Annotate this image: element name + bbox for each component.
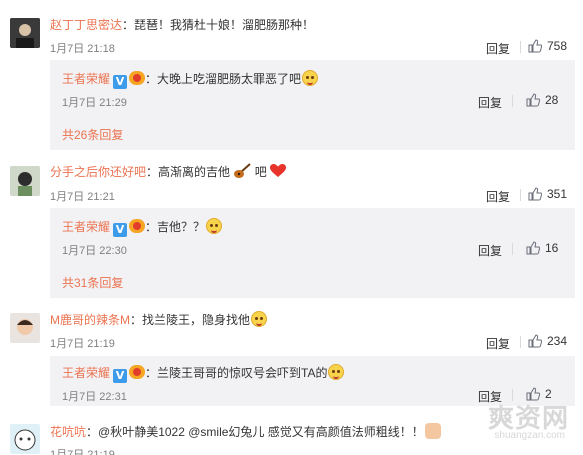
reply-button[interactable]: 回复 [486,40,510,57]
like-count: 16 [545,241,559,255]
avatar[interactable] [10,424,40,454]
thumbs-up-icon [528,334,542,348]
guitar-emoji-icon [234,163,252,178]
like-button[interactable]: 28 [526,93,558,107]
divider [512,95,513,107]
comment-username[interactable]: 分手之后你还好吧 [50,165,146,179]
reply-button[interactable]: 回复 [486,188,510,205]
shocked-emoji-icon [328,364,345,380]
verified-icon: V [113,369,128,383]
avatar[interactable] [10,313,40,343]
tongue-emoji-icon [251,311,268,327]
reply-username[interactable]: 王者荣耀 [62,366,110,380]
divider [512,243,513,255]
thumbs-up-icon [526,241,540,255]
member-badge-icon [129,365,146,379]
heart-emoji-icon [270,164,287,177]
reply-button[interactable]: 回复 [478,94,502,111]
watermark-url: shuangzan.com [494,430,565,441]
comment-username[interactable]: 花吭吭 [50,425,86,439]
comment-text: 赵丁丁思密达：琵琶！我猜杜十娘！溜肥肠那种！ [50,18,315,32]
thumbs-up-icon [528,39,542,53]
like-count: 28 [545,93,559,107]
reply-username[interactable]: 王者荣耀 [62,72,110,86]
reply-thread: 王者荣耀 V ：大晚上吃溜肥肠太罪恶了吧 1月7日 21:29 回复 28 共26条… [50,60,575,150]
divider [520,41,521,53]
reply-text: 王者荣耀 V ：兰陵王哥哥的惊叹号会吓到TA的 [62,364,345,383]
reply-button[interactable]: 回复 [478,242,502,259]
like-count: 234 [547,334,568,348]
thumbs-up-icon [528,187,542,201]
reply-thread: 王者荣耀 V ：吉他？？ 1月7日 22:30 回复 16 共31条回复 [50,208,575,298]
comment-body-suffix: 吧 [254,165,267,179]
member-badge-icon [129,219,146,233]
more-replies-link[interactable]: 共31条回复 [62,274,123,291]
reply-body: 吉他？？ [157,220,206,234]
like-button[interactable]: 758 [528,39,567,53]
comment-text: 花吭吭：@秋叶静美1022 @smile幻兔儿 感觉又有高颜值法师粗线！！ [50,423,441,440]
divider [520,336,521,348]
verified-icon: V [113,75,128,89]
like-count: 758 [547,39,568,53]
avatar[interactable] [10,166,40,196]
comment-text: 分手之后你还好吧：高渐离的吉他 吧 [50,163,287,180]
like-button[interactable]: 16 [526,241,558,255]
reply-button[interactable]: 回复 [486,335,510,352]
comment-time: 1月7日 21:19 [50,338,115,350]
like-button[interactable]: 351 [528,187,567,201]
avatar[interactable] [10,18,40,48]
clap-emoji-icon [424,423,441,439]
comment-body: 琵琶！我猜杜十娘！溜肥肠那种！ [134,18,315,32]
comment-time: 1月7日 21:18 [50,43,115,55]
thumbs-up-icon [526,93,540,107]
comment-body: 高渐离的吉他 [158,165,231,179]
like-button[interactable]: 234 [528,334,567,348]
divider [520,189,521,201]
comment-username[interactable]: M鹿哥的辣条M [50,313,130,327]
member-badge-icon [129,71,146,85]
comment-time: 1月7日 21:19 [50,449,115,455]
reply-text: 王者荣耀 V ：吉他？？ [62,218,223,237]
verified-icon: V [113,223,128,237]
reply-username[interactable]: 王者荣耀 [62,220,110,234]
reply-time: 1月7日 22:31 [62,391,127,403]
comment-username[interactable]: 赵丁丁思密达 [50,18,122,32]
reply-body: 大晚上吃溜肥肠太罪恶了吧 [157,72,302,86]
comment-text: M鹿哥的辣条M：找兰陵王，隐身找他 [50,311,268,328]
comment-body: @秋叶静美1022 @smile幻兔儿 感觉又有高颜值法师粗线！！ [98,425,424,439]
reply-time: 1月7日 22:30 [62,245,127,257]
reply-time: 1月7日 21:29 [62,97,127,109]
comment-time: 1月7日 21:21 [50,191,115,203]
comment-body: 找兰陵王，隐身找他 [142,313,251,327]
more-replies-link[interactable]: 共26条回复 [62,126,123,143]
smirk-emoji-icon [302,70,319,86]
reply-body: 兰陵王哥哥的惊叹号会吓到TA的 [157,366,328,380]
reply-text: 王者荣耀 V ：大晚上吃溜肥肠太罪恶了吧 [62,70,319,89]
like-count: 351 [547,187,568,201]
cat-emoji-icon [206,218,223,234]
